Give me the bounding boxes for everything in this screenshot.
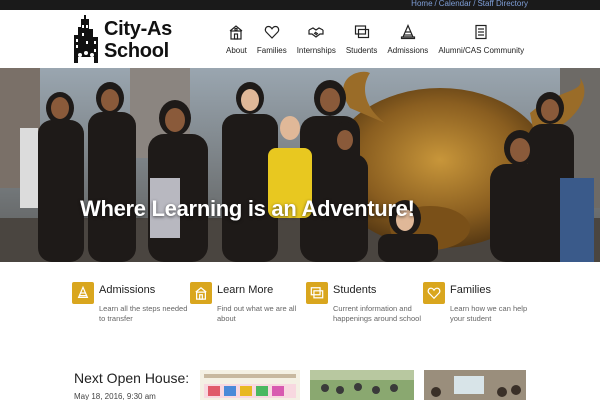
city-skyline-logo-icon bbox=[72, 15, 100, 65]
feature-title: Students bbox=[333, 284, 377, 296]
welcome-sign-image bbox=[200, 370, 300, 400]
feature-title: Admissions bbox=[99, 284, 156, 296]
nav-label: Families bbox=[256, 46, 287, 55]
school-building-icon bbox=[230, 25, 243, 40]
feature-row: Admissions Learn all the steps needed to… bbox=[72, 282, 532, 342]
cone-icon bbox=[72, 282, 94, 304]
news-thumbnail-2[interactable] bbox=[310, 370, 414, 400]
feature-title: Families bbox=[450, 284, 491, 296]
logo-text: City-As School bbox=[104, 18, 172, 62]
news-thumbnail-3[interactable] bbox=[424, 370, 526, 400]
feature-title: Learn More bbox=[217, 284, 274, 296]
heart-icon bbox=[423, 282, 445, 304]
cone-icon bbox=[400, 24, 415, 40]
nav-item-internships[interactable]: Internships bbox=[297, 24, 336, 55]
nav-label: Admissions bbox=[387, 46, 429, 55]
handshake-icon bbox=[308, 27, 324, 38]
open-house-date: May 18, 2016, 9:30 am bbox=[74, 392, 156, 400]
utility-link-home[interactable]: Home bbox=[411, 0, 432, 8]
nav-label: Students bbox=[345, 46, 378, 55]
nav-item-admissions[interactable]: Admissions bbox=[387, 24, 428, 55]
utility-links: Home / Calendar / Staff Directory bbox=[411, 0, 528, 8]
nav-label: Internships bbox=[296, 46, 336, 55]
feature-desc: Find out what we are all about bbox=[217, 304, 297, 323]
hero-title: Where Learning is an Adventure! bbox=[80, 196, 415, 221]
logo-line-2: School bbox=[104, 40, 169, 62]
nav-item-families[interactable]: Families bbox=[257, 24, 287, 55]
classroom-image bbox=[424, 370, 526, 400]
document-icon bbox=[475, 24, 487, 40]
school-building-icon bbox=[190, 282, 212, 304]
heart-icon bbox=[264, 25, 280, 39]
windows-icon bbox=[306, 282, 328, 304]
hero-photo bbox=[0, 68, 600, 262]
nav-item-alumni[interactable]: Alumni/CAS Community bbox=[438, 24, 524, 55]
feature-desc: Learn how we can help your student bbox=[450, 304, 528, 323]
open-house-heading: Next Open House: bbox=[74, 370, 190, 386]
park-group-image bbox=[310, 370, 414, 400]
logo-line-1: City-As bbox=[104, 18, 172, 40]
feature-desc: Learn all the steps needed to transfer bbox=[99, 304, 188, 323]
main-nav: About Families Internships Students Admi… bbox=[226, 24, 534, 55]
windows-icon bbox=[354, 25, 369, 39]
nav-label: Alumni/CAS Community bbox=[438, 46, 525, 55]
news-thumbnail-1[interactable] bbox=[200, 370, 300, 400]
utility-link-staff-directory[interactable]: Staff Directory bbox=[477, 0, 528, 8]
feature-desc: Current information and happenings aroun… bbox=[333, 304, 421, 323]
utility-link-calendar[interactable]: Calendar bbox=[439, 0, 471, 8]
utility-separator: / bbox=[434, 0, 437, 8]
nav-item-about[interactable]: About bbox=[226, 24, 247, 55]
site-logo[interactable]: City-As School bbox=[72, 14, 176, 66]
nav-label: About bbox=[226, 46, 247, 55]
utility-bar: Home / Calendar / Staff Directory bbox=[0, 0, 600, 10]
utility-separator: / bbox=[473, 0, 476, 8]
nav-item-students[interactable]: Students bbox=[345, 24, 378, 55]
hero-banner: Where Learning is an Adventure! bbox=[0, 68, 600, 262]
site-header: City-As School About Families Internship… bbox=[0, 10, 600, 68]
